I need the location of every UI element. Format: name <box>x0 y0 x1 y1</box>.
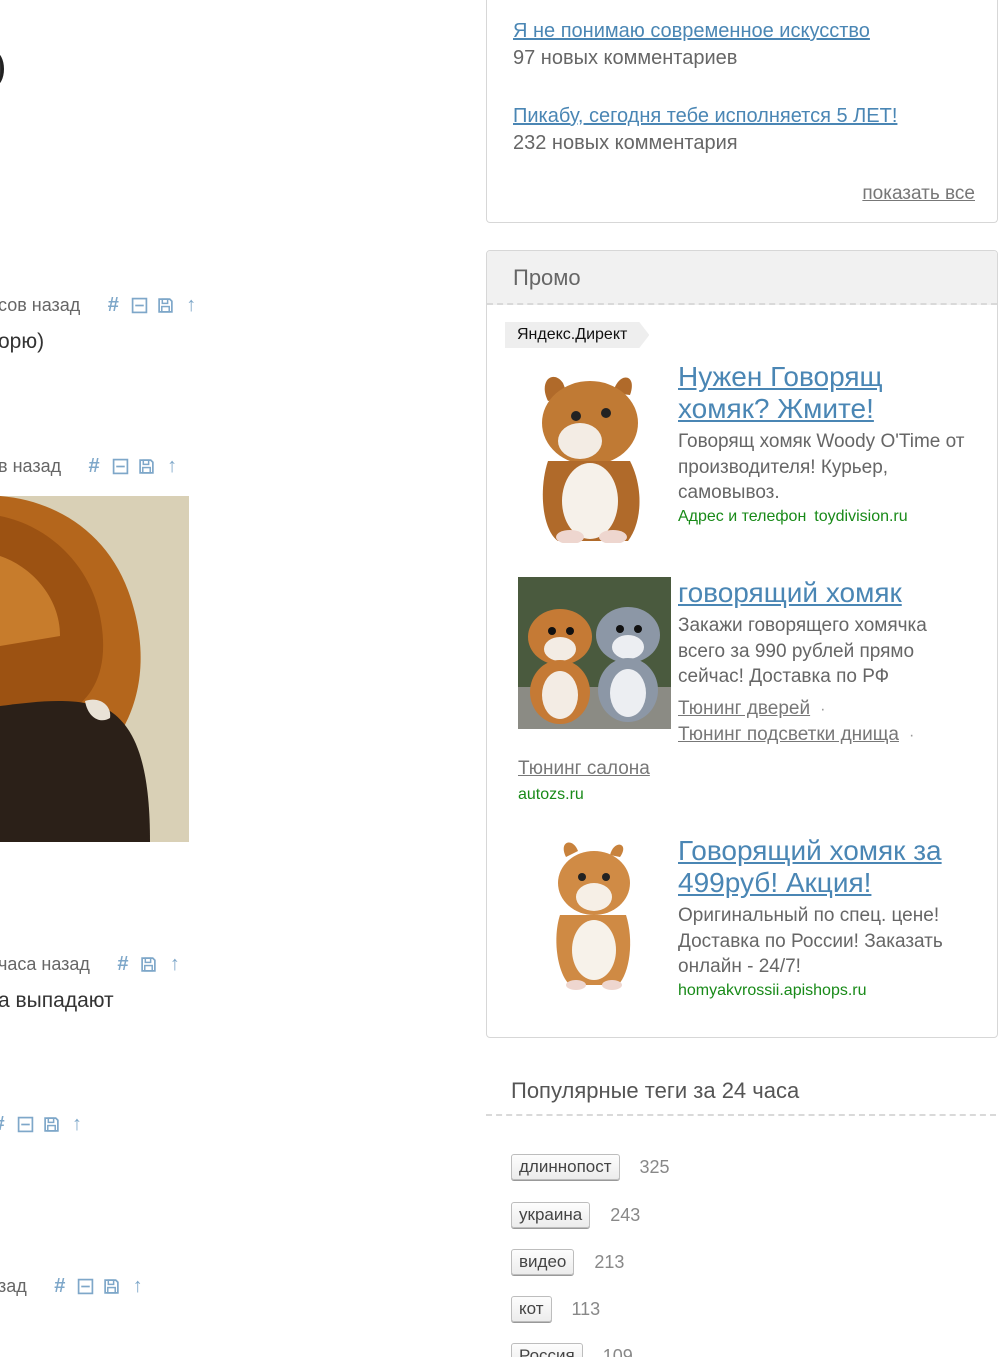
hash-icon[interactable]: # <box>47 1275 73 1297</box>
comment-meta: в назад # ↑ <box>0 455 185 477</box>
ad-domain[interactable]: toydivision.ru <box>814 508 907 525</box>
sitelink-separator: · <box>908 726 915 744</box>
comment-time: зад <box>0 1275 27 1296</box>
tag-chip[interactable]: украина <box>511 1202 591 1228</box>
tag-item: кот 113 <box>511 1296 600 1322</box>
save-icon[interactable] <box>152 294 178 316</box>
tag-item: видео 213 <box>511 1249 624 1275</box>
hash-icon[interactable]: # <box>0 1113 12 1135</box>
ad-sitelink[interactable]: Тюнинг салона <box>518 758 650 779</box>
tag-chip[interactable]: длиннопост <box>511 1154 620 1180</box>
ad-title-link[interactable]: говорящий хомяк <box>678 577 902 608</box>
show-all-link[interactable]: показать все <box>862 183 975 205</box>
comments-column: сов назад # ↑ орю) в назад # ↑ часа наза… <box>0 0 480 1357</box>
tag-count: 213 <box>594 1251 625 1272</box>
hot-item: Пикабу, сегодня тебе исполняется 5 ЛЕТ! … <box>513 105 897 155</box>
hash-icon[interactable]: # <box>110 953 136 975</box>
tag-chip[interactable]: Россия <box>511 1343 583 1357</box>
popular-tags-title: Популярные теги за 24 часа <box>511 1078 800 1103</box>
promo-box: Промо Яндекс.Директ Нужен Говорящ хомяк?… <box>486 250 998 1038</box>
hot-item: Я не понимаю современное искусство 97 но… <box>513 20 870 70</box>
comment-meta: сов назад # ↑ <box>0 294 204 316</box>
tag-count: 113 <box>571 1298 601 1319</box>
comment-meta: # ↑ <box>0 1113 90 1135</box>
comment-time: сов назад <box>0 294 81 315</box>
tag-chip[interactable]: видео <box>511 1249 575 1275</box>
up-arrow-icon[interactable]: ↑ <box>125 1275 151 1297</box>
hot-item-count: 97 новых комментариев <box>513 47 738 69</box>
ad-sitelink[interactable]: Тюнинг дверей <box>678 698 810 719</box>
ad-title-link[interactable]: Нужен Говорящ хомяк? Жмите! <box>678 361 883 424</box>
ad-body: Говорящий хомяк за 499руб! Акция! Оригин… <box>678 835 978 1000</box>
hash-icon[interactable]: # <box>100 294 126 316</box>
ad-image-hamster[interactable] <box>518 361 671 543</box>
ad-body: говорящий хомяк Закажи говорящего хомячк… <box>678 577 978 746</box>
ad-sitelinks: Тюнинг салона autozs.ru <box>518 758 650 804</box>
yandex-direct-badge[interactable]: Яндекс.Директ <box>505 322 649 348</box>
up-arrow-icon[interactable]: ↑ <box>64 1113 90 1135</box>
ad-body: Нужен Говорящ хомяк? Жмите! Говорящ хомя… <box>678 361 978 526</box>
promo-heading: Промо <box>487 251 997 305</box>
tag-chip[interactable]: кот <box>511 1296 552 1322</box>
ad-domain[interactable]: autozs.ru <box>518 786 650 804</box>
ad-description: Закажи говорящего хомячка всего за 990 р… <box>678 615 927 687</box>
hot-item-count: 232 новых комментария <box>513 132 738 154</box>
tag-count: 243 <box>610 1204 641 1225</box>
comment-meta: часа назад # ↑ <box>0 953 188 975</box>
tag-item: Россия 109 <box>511 1343 633 1357</box>
up-arrow-icon[interactable]: ↑ <box>162 953 188 975</box>
save-icon[interactable] <box>133 455 159 477</box>
hash-icon[interactable]: # <box>81 455 107 477</box>
tag-count: 325 <box>639 1156 670 1177</box>
ad-meta: Адрес и телефон toydivision.ru <box>678 508 978 526</box>
save-icon[interactable] <box>136 953 162 975</box>
comment-meta: зад # ↑ <box>0 1275 151 1297</box>
save-icon[interactable] <box>99 1275 125 1297</box>
ad-description: Говорящ хомяк Woody O'Time от производит… <box>678 431 965 503</box>
collapse-icon[interactable] <box>73 1275 99 1297</box>
ad-sitelinks: Тюнинг дверей · <box>678 698 978 720</box>
collapse-icon[interactable] <box>12 1113 38 1135</box>
up-arrow-icon[interactable]: ↑ <box>159 455 185 477</box>
hot-comments-box: Я не понимаю современное искусство 97 но… <box>486 0 998 223</box>
sitelink-separator: · <box>820 700 826 718</box>
ad-image-hamster[interactable] <box>518 835 671 990</box>
collapse-icon[interactable] <box>107 455 133 477</box>
comment-text: а выпадают <box>0 989 114 1012</box>
comment-time: часа назад <box>0 953 90 974</box>
divider <box>486 1114 996 1116</box>
ad-description: Оригинальный по спец. цене! Доставка по … <box>678 905 943 977</box>
collapse-icon[interactable] <box>126 294 152 316</box>
up-arrow-icon[interactable]: ↑ <box>178 294 204 316</box>
avatar[interactable] <box>0 52 4 86</box>
save-icon[interactable] <box>38 1113 64 1135</box>
comment-time: в назад <box>0 455 62 476</box>
ad-image-two-hamsters[interactable] <box>518 577 671 729</box>
comment-text: орю) <box>0 330 45 353</box>
ad-sitelinks: Тюнинг подсветки днища · <box>678 724 978 746</box>
ad-domain[interactable]: homyakvrossii.apishops.ru <box>678 982 978 1000</box>
ad-sitelink[interactable]: Тюнинг подсветки днища <box>678 724 899 745</box>
tag-item: украина 243 <box>511 1202 640 1228</box>
ad-title-link[interactable]: Говорящий хомяк за 499руб! Акция! <box>678 835 942 898</box>
hot-item-link[interactable]: Я не понимаю современное искусство <box>513 20 870 42</box>
tag-count: 109 <box>602 1345 633 1357</box>
ad-contact-link[interactable]: Адрес и телефон <box>678 508 806 525</box>
hot-item-link[interactable]: Пикабу, сегодня тебе исполняется 5 ЛЕТ! <box>513 105 897 127</box>
comment-hamster-photo[interactable] <box>0 496 189 842</box>
tag-item: длиннопост 325 <box>511 1154 670 1180</box>
